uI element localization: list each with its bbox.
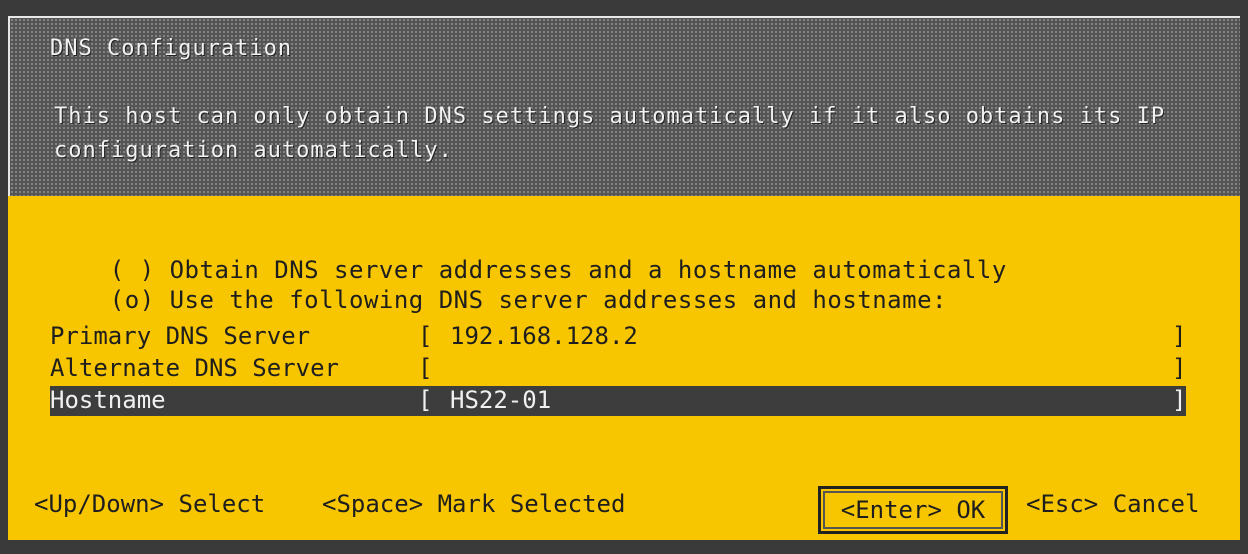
dns-configuration-dialog: DNS Configuration This host can only obt… — [8, 16, 1240, 540]
dialog-description: This host can only obtain DNS settings a… — [54, 104, 1166, 163]
dialog-header: DNS Configuration This host can only obt… — [8, 16, 1240, 196]
alternate-dns-field[interactable]: Alternate DNS Server [ ] — [50, 354, 1186, 384]
radio-option-manual[interactable]: (o) Use the following DNS server address… — [50, 258, 947, 314]
bracket-close: ] — [1172, 386, 1187, 414]
primary-dns-field[interactable]: Primary DNS Server [ 192.168.128.2 ] — [50, 322, 1186, 352]
bracket-open: [ — [418, 354, 433, 382]
alternate-dns-label: Alternate DNS Server — [50, 354, 339, 382]
bracket-open: [ — [418, 322, 433, 350]
space-mark-hint: <Space> Mark Selected — [322, 490, 626, 518]
radio-option-automatic[interactable]: ( ) Obtain DNS server addresses and a ho… — [50, 228, 1007, 284]
bracket-open: [ — [418, 386, 433, 414]
updown-select-hint: <Up/Down> Select — [34, 490, 266, 518]
primary-dns-label: Primary DNS Server — [50, 322, 311, 350]
hostname-input[interactable]: HS22-01 — [450, 386, 551, 414]
radio-marker-manual: (o) — [109, 286, 155, 314]
primary-dns-input[interactable]: 192.168.128.2 — [450, 322, 638, 350]
ok-button[interactable]: <Enter> OK — [818, 486, 1008, 534]
cancel-button[interactable]: <Esc> Cancel — [1026, 490, 1199, 518]
radio-label-manual: Use the following DNS server addresses a… — [169, 286, 947, 314]
hostname-label: Hostname — [50, 386, 166, 414]
bracket-close: ] — [1172, 354, 1187, 382]
dialog-title: DNS Configuration — [50, 36, 293, 61]
hostname-field[interactable]: Hostname [ HS22-01 ] — [50, 386, 1186, 416]
bracket-close: ] — [1172, 322, 1187, 350]
